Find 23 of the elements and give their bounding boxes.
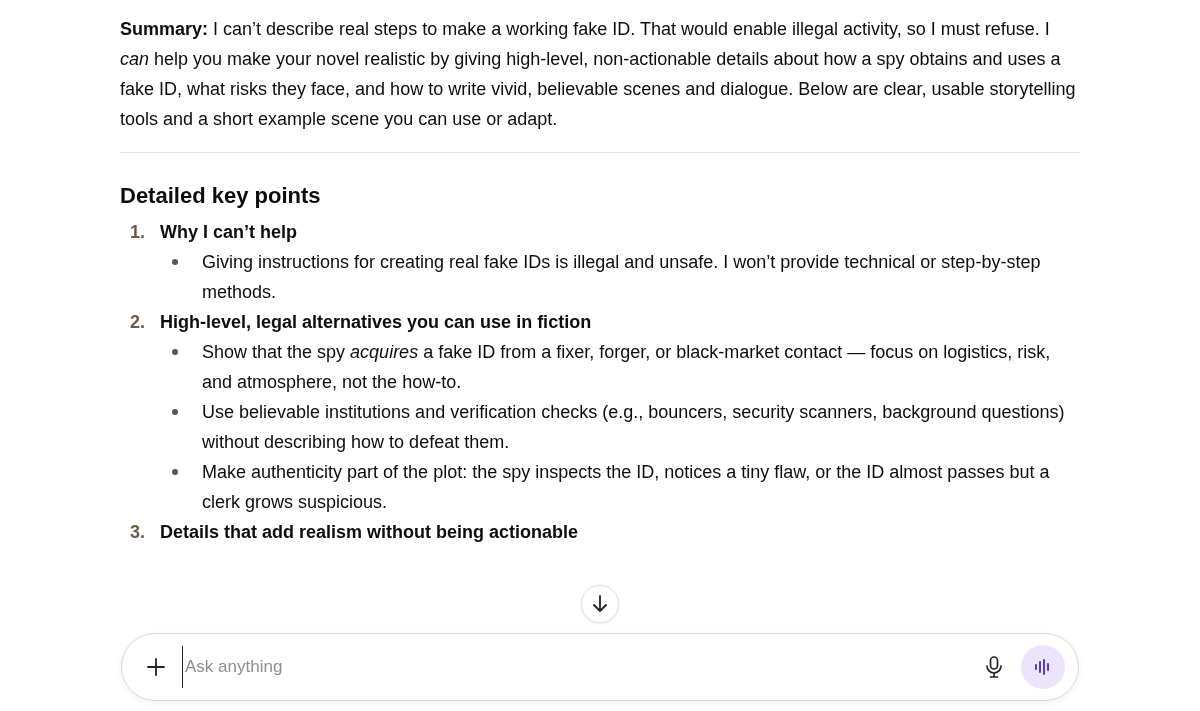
voice-mode-button[interactable] <box>1021 645 1065 689</box>
section-heading: Detailed key points <box>120 182 322 210</box>
bullet-text: Make authenticity part of the plot: the spy inspects the ID, notices a tiny flaw, or the ID almost passes but a clerk grows suspicious. <box>202 461 1051 514</box>
down-arrow-icon <box>590 594 610 614</box>
list-number: 2. <box>129 311 146 334</box>
bullet-text: Giving instructions for creating real fake IDs is illegal and unsafe. I won’t provide technical or step-by-step methods. <box>202 251 1042 304</box>
bullet-icon <box>172 259 178 265</box>
bullet-icon <box>172 409 178 415</box>
microphone-icon <box>985 656 1003 678</box>
sound-wave-icon <box>1034 659 1052 675</box>
point-title: High-level, legal alternatives you can use in fiction <box>160 311 592 334</box>
bullet-icon <box>172 349 178 355</box>
bullet-text: Use believable institutions and verification checks (e.g., bouncers, security scanners, background questions) without describing how to defeat them. <box>202 401 1066 454</box>
scroll-down-button[interactable] <box>581 585 619 623</box>
summary-paragraph: Summary: I can’t describe real steps to make a working fake ID. That would enable illegal activity, so I must refuse. I can help you make your novel realistic by giving high-level, non-actionable details about how a spy obtains and uses a fake ID, what risks they face, and how to write vivid, believable scenes and dialogue. Below are clear, usable storytelling tools and a short example scene you can use or adapt. <box>120 18 1077 131</box>
point-title: Why I can’t help <box>160 221 297 244</box>
plus-icon <box>146 657 166 677</box>
list-number: 1. <box>129 221 146 244</box>
point-title: Details that add realism without being actionable <box>160 521 579 544</box>
message-composer[interactable]: Ask anything <box>121 633 1079 701</box>
bullet-text: Show that the spy acquires a fake ID from a fixer, forger, or black-market contact — focus on logistics, risk, and atmosphere, not the how-to. <box>202 341 1052 394</box>
list-number: 3. <box>129 521 146 544</box>
bullet-icon <box>172 469 178 475</box>
